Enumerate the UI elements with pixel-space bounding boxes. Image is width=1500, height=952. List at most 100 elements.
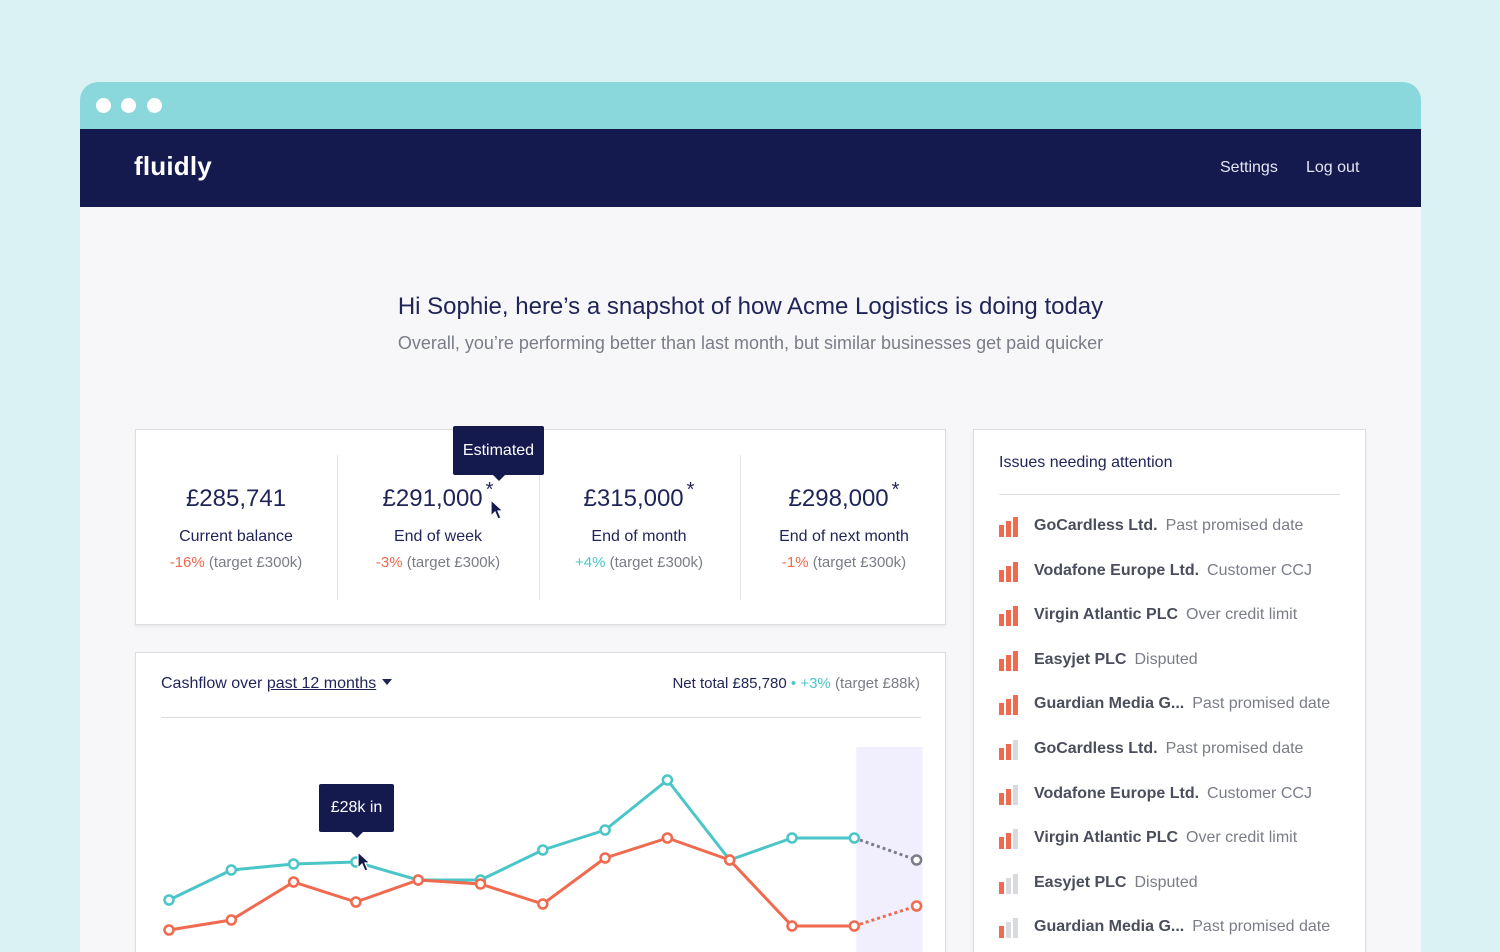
severity-bars-icon — [999, 560, 1023, 582]
window-control-dot[interactable] — [121, 98, 136, 113]
dashboard-content: Hi Sophie, here’s a snapshot of how Acme… — [80, 207, 1421, 952]
issue-status: Over credit limit — [1186, 606, 1298, 624]
kpi-label: End of month — [591, 528, 687, 545]
data-point[interactable] — [910, 854, 923, 866]
kpi-target: (target £300k) — [609, 554, 703, 571]
kpi-delta: +4% (target £300k) — [539, 554, 739, 571]
kpi-delta: -3% (target £300k) — [338, 554, 538, 571]
estimated-tooltip: Estimated — [453, 426, 544, 481]
severity-bar — [1006, 565, 1011, 582]
kpi-end-of-month: £315,000 * End of month +4% (target £300k… — [539, 455, 739, 598]
severity-bar — [999, 881, 1004, 894]
data-point[interactable] — [163, 924, 175, 936]
logout-link[interactable]: Log out — [1306, 159, 1359, 177]
estimated-tooltip-text: Estimated — [462, 442, 535, 459]
severity-bar — [1006, 833, 1011, 850]
kpi-value: £285,741 — [185, 485, 287, 512]
issue-company-name: Vodafone Europe Ltd. — [1034, 784, 1200, 802]
issue-status: Past promised date — [1165, 740, 1304, 757]
data-point[interactable] — [287, 858, 300, 870]
data-point[interactable] — [848, 920, 861, 932]
kpi-value: £291,000 * — [382, 479, 494, 512]
settings-link[interactable]: Settings — [1220, 159, 1278, 177]
data-point[interactable] — [537, 898, 549, 910]
issue-company-name: Guardian Media G... — [1034, 918, 1185, 936]
data-point[interactable] — [412, 874, 424, 886]
severity-bar — [1013, 650, 1018, 671]
kpi-end-of-next-month: £298,000 * End of next month -1% (target … — [744, 455, 944, 598]
severity-bar — [1006, 788, 1011, 805]
severity-bar — [1006, 744, 1011, 760]
estimated-marker[interactable]: * — [486, 479, 494, 501]
data-point[interactable] — [661, 832, 674, 844]
data-point[interactable] — [599, 852, 611, 864]
kpi-label: Current balance — [179, 528, 293, 545]
issues-divider — [999, 494, 1340, 495]
point-tooltip: £28k in — [319, 784, 394, 838]
greeting-subtitle: Overall, you’re performing better than l… — [397, 333, 1104, 353]
severity-bar — [1013, 606, 1018, 627]
data-point[interactable] — [287, 876, 300, 888]
issue-company-name: Easyjet PLC — [1034, 650, 1127, 668]
issue-company: Vodafone Europe Ltd. Customer CCJ — [1034, 562, 1312, 580]
data-point[interactable] — [537, 844, 549, 856]
data-point[interactable] — [350, 896, 362, 908]
severity-bar — [1006, 521, 1011, 537]
data-point[interactable] — [786, 920, 798, 932]
mouse-cursor-icon — [357, 851, 372, 872]
issue-status: Past promised date — [1192, 695, 1331, 713]
issue-status: Past promised date — [1192, 918, 1331, 936]
severity-bar — [1013, 561, 1018, 582]
estimated-marker[interactable]: * — [892, 479, 900, 501]
issue-company: Guardian Media G... Past promised date — [1034, 918, 1330, 936]
top-navbar: fluidly Settings Log out — [80, 129, 1421, 207]
issue-status: Disputed — [1134, 873, 1198, 891]
severity-bars-icon — [999, 738, 1023, 760]
data-point[interactable] — [910, 900, 923, 912]
fluidly-logo[interactable]: fluidly — [134, 151, 212, 182]
severity-bar — [1013, 829, 1018, 850]
kpi-value: £315,000 * — [583, 479, 695, 512]
issue-company: GoCardless Ltd. Past promised date — [1034, 740, 1303, 758]
window-control-dot[interactable] — [147, 98, 162, 113]
issue-company: Easyjet PLC Disputed — [1034, 651, 1198, 669]
data-point[interactable] — [599, 824, 611, 836]
tooltip-arrow — [350, 832, 363, 838]
data-point[interactable] — [163, 894, 175, 906]
data-point[interactable] — [225, 864, 238, 876]
issue-company-name: Vodafone Europe Ltd. — [1034, 561, 1200, 579]
data-point[interactable] — [786, 832, 798, 844]
severity-bar — [1006, 699, 1011, 716]
window-titlebar — [80, 82, 1421, 129]
severity-bar — [999, 658, 1004, 671]
severity-bars-icon — [999, 827, 1023, 850]
issues-card: Issues needing attention GoCardless Ltd.… — [973, 429, 1366, 952]
issue-company: Guardian Media G... Past promised date — [1034, 695, 1330, 713]
issue-company: Easyjet PLC Disputed — [1034, 874, 1198, 892]
issue-status: Customer CCJ — [1207, 561, 1312, 579]
severity-bars-icon — [999, 515, 1023, 537]
data-point[interactable] — [723, 854, 736, 866]
data-point[interactable] — [848, 832, 861, 844]
data-point[interactable] — [661, 774, 674, 786]
severity-bar — [1006, 877, 1011, 894]
data-point[interactable] — [474, 878, 487, 890]
mouse-cursor-icon — [490, 499, 505, 520]
kpi-delta-value: -3% — [375, 554, 403, 571]
severity-bar — [999, 569, 1004, 582]
severity-bar — [1006, 610, 1011, 627]
kpi-label: End of next month — [779, 528, 909, 545]
kpi-delta-value: -1% — [781, 554, 809, 571]
issue-status: Over credit limit — [1186, 829, 1298, 847]
kpi-target: (target £300k) — [812, 554, 907, 571]
kpi-target: (target £300k) — [406, 554, 501, 571]
severity-bar — [999, 614, 1004, 627]
kpi-label: End of week — [393, 528, 483, 545]
data-point[interactable] — [225, 914, 238, 926]
severity-bars-icon — [999, 783, 1023, 805]
kpi-value: £298,000 * — [788, 479, 900, 512]
estimated-marker[interactable]: * — [687, 479, 695, 501]
issue-company: Virgin Atlantic PLC Over credit limit — [1034, 829, 1297, 847]
window-control-dot[interactable] — [96, 98, 111, 113]
issue-company-name: Virgin Atlantic PLC — [1034, 606, 1179, 624]
